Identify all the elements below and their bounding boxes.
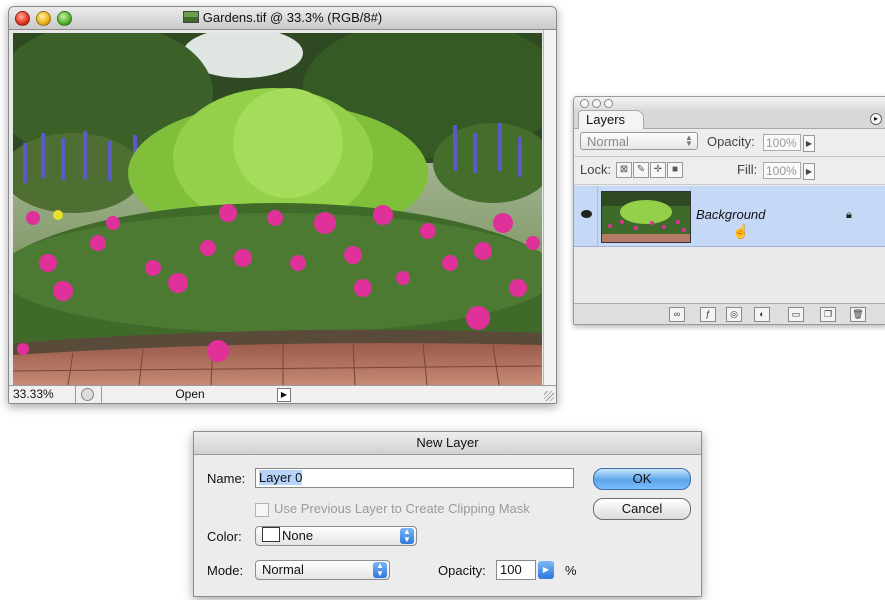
document-title-text: Gardens.tif @ 33.3% (RGB/8#) — [202, 10, 383, 25]
opacity-slider-arrow-icon[interactable]: ▶ — [803, 135, 815, 152]
garden-photo — [13, 33, 542, 385]
lock-position-icon[interactable]: ✛ — [650, 162, 666, 178]
mode-value: Normal — [262, 562, 304, 577]
document-title: Gardens.tif @ 33.3% (RGB/8#) — [9, 10, 556, 25]
status-menu-arrow-icon[interactable]: ▶ — [277, 388, 291, 402]
mode-label: Mode: — [207, 563, 244, 578]
opacity-field[interactable]: 100% — [763, 134, 801, 151]
layer-name-field[interactable]: Layer 0 — [255, 468, 574, 488]
image-canvas[interactable] — [13, 33, 542, 385]
tab-layers[interactable]: Layers — [578, 110, 645, 129]
layer-thumbnail — [601, 191, 691, 243]
name-label: Name: — [207, 471, 246, 486]
color-value: None — [282, 528, 314, 543]
palette-tabs: Layers ▸ — [574, 110, 885, 129]
lock-image-icon[interactable]: ✎ — [633, 162, 649, 178]
lock-all-icon[interactable]: ■ — [667, 162, 683, 178]
lock-transparent-icon[interactable]: ⊠ — [616, 162, 632, 178]
document-proxy-icon[interactable] — [182, 11, 199, 23]
palette-close-icon[interactable] — [580, 99, 589, 108]
new-layer-dialog: New Layer Name: Layer 0 OK Cancel Use Pr… — [193, 431, 702, 597]
hand-cursor-icon: ☝ — [732, 223, 750, 239]
color-select[interactable]: None ▲ ▼ — [255, 526, 417, 546]
vertical-scrollbar[interactable] — [543, 30, 556, 385]
document-titlebar[interactable]: Gardens.tif @ 33.3% (RGB/8#) — [9, 7, 556, 30]
layer-mask-icon[interactable]: ◎ — [726, 307, 742, 322]
opacity-slider-arrow-icon[interactable]: ▶ — [538, 561, 554, 579]
trash-icon[interactable]: 🗑︎ — [850, 307, 866, 322]
info-icon[interactable] — [81, 388, 94, 401]
document-window: Gardens.tif @ 33.3% (RGB/8#) 33.33% Open… — [8, 6, 557, 404]
status-divider — [101, 386, 102, 403]
color-label: Color: — [207, 529, 242, 544]
percent-label: % — [565, 563, 577, 578]
blend-row: Normal ▲ ▼ Opacity: 100% ▶ — [574, 129, 885, 157]
palette-zoom-icon[interactable] — [604, 99, 613, 108]
opacity-field[interactable]: 100 — [496, 560, 536, 580]
new-layer-icon[interactable]: ❐ — [820, 307, 836, 322]
status-divider — [75, 386, 76, 403]
dialog-title: New Layer — [194, 432, 701, 455]
lock-label: Lock: — [580, 162, 612, 177]
layer-row-background[interactable]: Background ☝ 🔒︎ — [574, 186, 885, 247]
palette-window-controls — [580, 99, 613, 108]
opacity-label: Opacity: — [438, 563, 486, 578]
palette-menu-icon[interactable]: ▸ — [870, 113, 882, 125]
clipping-mask-checkbox[interactable] — [255, 503, 269, 517]
status-text: Open — [175, 387, 205, 401]
fill-field[interactable]: 100% — [763, 162, 801, 179]
color-swatch — [262, 527, 280, 542]
opacity-label: Opacity: — [707, 134, 755, 149]
layer-style-icon[interactable]: ƒ — [700, 307, 716, 322]
ok-button[interactable]: OK — [593, 468, 691, 490]
document-statusbar: 33.33% Open ▶ — [9, 385, 556, 403]
lock-row: Lock: ⊠ ✎ ✛ ■ Fill: 100% ▶ — [574, 157, 885, 185]
palette-titlebar[interactable] — [574, 97, 885, 110]
zoom-level[interactable]: 33.33% — [13, 387, 77, 401]
blend-mode-value: Normal — [587, 134, 629, 149]
adjustment-layer-icon[interactable]: ◐ — [754, 307, 770, 322]
layer-lock-icon: 🔒︎ — [846, 209, 852, 221]
fill-slider-arrow-icon[interactable]: ▶ — [803, 163, 815, 180]
resize-grip-icon[interactable] — [544, 391, 554, 401]
clipping-mask-label: Use Previous Layer to Create Clipping Ma… — [274, 501, 530, 516]
fill-label: Fill: — [737, 162, 758, 177]
visibility-eye-icon[interactable] — [577, 186, 598, 246]
link-layers-icon[interactable]: ∞ — [669, 307, 685, 322]
updown-arrow-icon: ▲ ▼ — [373, 562, 387, 578]
cancel-button[interactable]: Cancel — [593, 498, 691, 520]
mode-select[interactable]: Normal ▲ ▼ — [255, 560, 390, 580]
layers-palette: Layers ▸ Normal ▲ ▼ Opacity: 100% ▶ Lock:… — [573, 96, 885, 325]
palette-button-bar: ∞ ƒ ◎ ◐ ▭ ❐ 🗑︎ — [574, 303, 885, 324]
new-group-icon[interactable]: ▭ — [788, 307, 804, 322]
updown-arrow-icon: ▲ ▼ — [400, 528, 414, 544]
blend-mode-select[interactable]: Normal ▲ ▼ — [580, 132, 698, 150]
palette-minimize-icon[interactable] — [592, 99, 601, 108]
updown-arrow-icon: ▲ ▼ — [685, 133, 693, 148]
layer-name[interactable]: Background — [696, 207, 765, 222]
layer-name-value: Layer 0 — [259, 470, 303, 485]
